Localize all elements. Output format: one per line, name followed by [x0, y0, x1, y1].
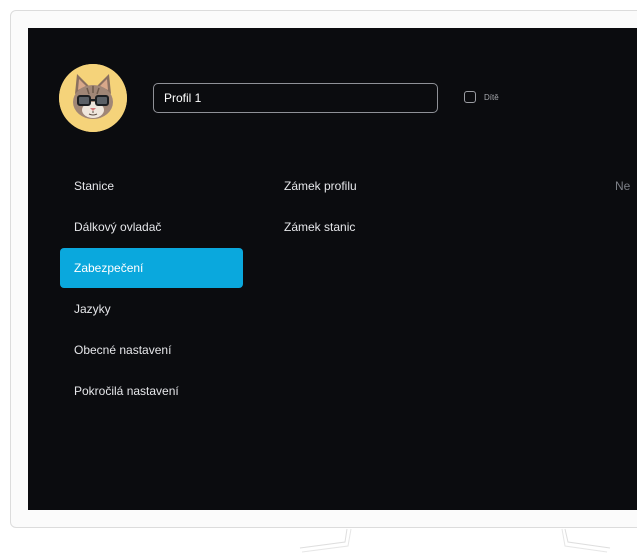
profile-lock-label: Zámek profilu — [284, 179, 357, 193]
menu-item-stanice[interactable]: Stanice — [60, 166, 243, 206]
menu-item-jazyky[interactable]: Jazyky — [60, 289, 243, 329]
menu-item-dalkovy-ovladac[interactable]: Dálkový ovladač — [60, 207, 243, 247]
security-settings-panel: Zámek profilu Ne Zámek stanic — [284, 166, 637, 248]
menu-item-obecne-nastaveni[interactable]: Obecné nastavení — [60, 330, 243, 370]
cat-avatar-icon[interactable] — [59, 64, 127, 132]
tv-screen: Dítě Stanice Dálkový ovladač Zabezpečení… — [28, 28, 637, 510]
child-checkbox-group[interactable]: Dítě — [464, 91, 499, 103]
station-lock-label: Zámek stanic — [284, 220, 356, 234]
child-checkbox-label: Dítě — [484, 92, 499, 102]
menu-item-zabezpeceni[interactable]: Zabezpečení — [60, 248, 243, 288]
settings-menu: Stanice Dálkový ovladač Zabezpečení Jazy… — [60, 166, 243, 412]
menu-item-pokrocila-nastaveni[interactable]: Pokročilá nastavení — [60, 371, 243, 411]
profile-lock-row[interactable]: Zámek profilu Ne — [284, 166, 637, 206]
checkbox-unchecked-icon[interactable] — [464, 91, 476, 103]
tv-frame: Dítě Stanice Dálkový ovladač Zabezpečení… — [0, 0, 637, 556]
station-lock-row[interactable]: Zámek stanic — [284, 207, 637, 247]
profile-name-input[interactable] — [153, 83, 438, 113]
profile-lock-value: Ne — [615, 179, 631, 193]
